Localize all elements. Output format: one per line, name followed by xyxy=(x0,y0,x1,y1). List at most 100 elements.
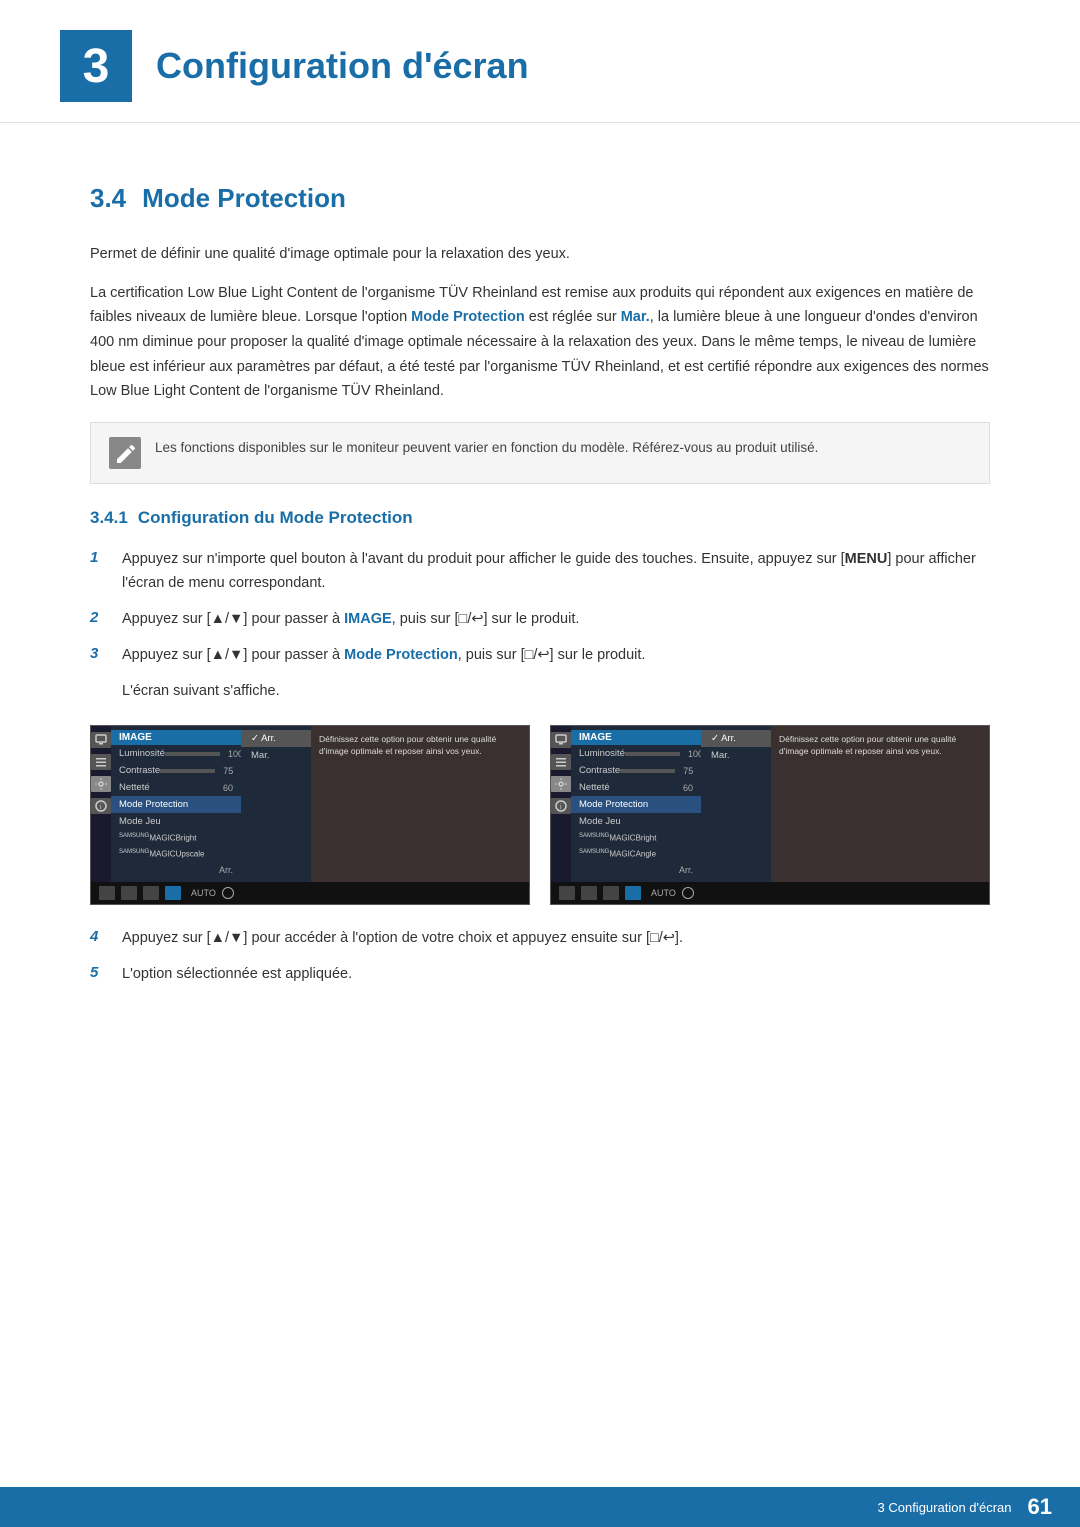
subsection-number: 3.4.1 xyxy=(90,508,128,528)
step-1-number: 1 xyxy=(90,548,108,566)
toolbar-auto-2: AUTO xyxy=(651,888,676,898)
step-1: 1 Appuyez sur n'importe quel bouton à l'… xyxy=(90,548,990,596)
menu-item-magic-upscale: SAMSUNGMAGICUpscale xyxy=(111,846,241,862)
menu-item-magic-bright-2: SAMSUNGMAGICBright xyxy=(571,830,701,846)
chapter-number: 3 xyxy=(83,39,110,94)
toolbar-circle-2 xyxy=(682,887,694,899)
monitor-screenshot-2: i IMAGE Luminosité 100 Contraste xyxy=(550,725,990,904)
step-4-text: Appuyez sur [▲/▼] pour accéder à l'optio… xyxy=(122,927,683,951)
toolbar-btn-1 xyxy=(99,886,115,900)
main-content: 3.4 Mode Protection Permet de définir un… xyxy=(0,133,1080,1079)
pencil-icon xyxy=(114,442,136,464)
steps-list-2: 4 Appuyez sur [▲/▼] pour accéder à l'opt… xyxy=(90,927,990,987)
step-5: 5 L'option sélectionnée est appliquée. xyxy=(90,963,990,987)
subsection-heading: 3.4.1 Configuration du Mode Protection xyxy=(90,508,990,528)
toolbar-btn-7 xyxy=(603,886,619,900)
step-3-number: 3 xyxy=(90,644,108,662)
toolbar-btn-8 xyxy=(625,886,641,900)
screenshots-row: i IMAGE Luminosité 100 Contraste xyxy=(90,725,990,904)
menu-item-mode-jeu: Mode Jeu xyxy=(111,813,241,830)
intro-text-middle: est réglée sur xyxy=(525,309,621,325)
menu-item-luminosite-2: Luminosité 100 xyxy=(571,745,701,762)
menu-item-contraste-2: Contraste 75 xyxy=(571,762,701,779)
note-box: Les fonctions disponibles sur le moniteu… xyxy=(90,422,990,484)
note-text: Les fonctions disponibles sur le moniteu… xyxy=(155,437,818,459)
step-5-text: L'option sélectionnée est appliquée. xyxy=(122,963,352,987)
step-2: 2 Appuyez sur [▲/▼] pour passer à IMAGE,… xyxy=(90,608,990,632)
toolbar-auto-1: AUTO xyxy=(191,888,216,898)
sidebar-icons-2: i xyxy=(551,726,571,881)
submenu-arr-2: ✓ Arr. xyxy=(701,730,771,747)
step-3-subtext: L'écran suivant s'affiche. xyxy=(122,680,990,704)
section-number: 3.4 xyxy=(90,183,126,214)
menu-item-magic-angle-2: SAMSUNGMAGICAngle xyxy=(571,846,701,862)
section-heading: 3.4 Mode Protection xyxy=(90,183,990,214)
menu-item-contraste: Contraste 75 xyxy=(111,762,241,779)
highlight-protection: Protection xyxy=(453,309,525,325)
section-title: Mode Protection xyxy=(142,183,346,214)
step-4: 4 Appuyez sur [▲/▼] pour accéder à l'opt… xyxy=(90,927,990,951)
toolbar-circle-1 xyxy=(222,887,234,899)
menu-item-luminosite: Luminosité 100 xyxy=(111,745,241,762)
info-icon-2: i xyxy=(551,798,571,814)
settings-icon xyxy=(91,776,111,792)
settings-icon-2 xyxy=(551,776,571,792)
subsection-title: Configuration du Mode Protection xyxy=(138,508,413,528)
toolbar-btn-5 xyxy=(559,886,575,900)
svg-text:i: i xyxy=(560,804,562,811)
menu-item-arr-bottom: Arr. xyxy=(111,862,241,878)
highlight-mode: Mode xyxy=(411,309,449,325)
chapter-title: Configuration d'écran xyxy=(156,45,529,87)
step-2-number: 2 xyxy=(90,608,108,626)
info-icon: i xyxy=(91,798,111,814)
footer-page-number: 61 xyxy=(1028,1494,1052,1520)
sidebar-icons-1: i xyxy=(91,726,111,881)
note-icon xyxy=(109,437,141,469)
step-3-highlight: Mode Protection xyxy=(344,647,458,663)
submenu-panel-1: ✓ Arr. Mar. xyxy=(241,726,311,881)
intro-para-2: La certification Low Blue Light Content … xyxy=(90,281,990,404)
chapter-number-box: 3 xyxy=(60,30,132,102)
submenu-mar: Mar. xyxy=(241,747,311,764)
menu-item-mode-protection: Mode Protection xyxy=(111,796,241,813)
step-4-number: 4 xyxy=(90,927,108,945)
footer-text: 3 Configuration d'écran xyxy=(878,1500,1012,1515)
monitor-screenshot-1: i IMAGE Luminosité 100 Contraste xyxy=(90,725,530,904)
menu-item-nettete: Netteté 60 xyxy=(111,779,241,796)
menu-header-1: IMAGE xyxy=(111,730,241,745)
submenu-mar-2: Mar. xyxy=(701,747,771,764)
submenu-panel-2: ✓ Arr. Mar. xyxy=(701,726,771,881)
svg-text:i: i xyxy=(100,804,102,811)
toolbar-btn-6 xyxy=(581,886,597,900)
steps-list: 1 Appuyez sur n'importe quel bouton à l'… xyxy=(90,548,990,668)
step-3-text: Appuyez sur [▲/▼] pour passer à Mode Pro… xyxy=(122,644,645,668)
toolbar-btn-4 xyxy=(165,886,181,900)
page-footer: 3 Configuration d'écran 61 xyxy=(0,1487,1080,1527)
intro-para-1: Permet de définir une qualité d'image op… xyxy=(90,242,990,267)
info-panel-2: Définissez cette option pour obtenir une… xyxy=(771,726,989,881)
highlight-mar: Mar. xyxy=(621,309,650,325)
menu-item-mode-protection-2: Mode Protection xyxy=(571,796,701,813)
step-2-highlight: IMAGE xyxy=(344,611,392,627)
monitor-toolbar-1: AUTO xyxy=(91,882,529,904)
menu-item-mode-jeu-2: Mode Jeu xyxy=(571,813,701,830)
menu-panel-2: IMAGE Luminosité 100 Contraste 75 xyxy=(571,726,701,881)
info-panel-1: Définissez cette option pour obtenir une… xyxy=(311,726,529,881)
submenu-arr: ✓ Arr. xyxy=(241,730,311,747)
step-5-number: 5 xyxy=(90,963,108,981)
kbd-menu: MENU xyxy=(845,551,888,567)
menu-item-magic-bright: SAMSUNGMAGICBright xyxy=(111,830,241,846)
toolbar-btn-2 xyxy=(121,886,137,900)
toolbar-btn-3 xyxy=(143,886,159,900)
lines-icon-2 xyxy=(551,754,571,770)
menu-panel-1: IMAGE Luminosité 100 Contraste 75 xyxy=(111,726,241,881)
menu-item-nettete-2: Netteté 60 xyxy=(571,779,701,796)
step-3: 3 Appuyez sur [▲/▼] pour passer à Mode P… xyxy=(90,644,990,668)
step-2-text: Appuyez sur [▲/▼] pour passer à IMAGE, p… xyxy=(122,608,579,632)
step-1-text: Appuyez sur n'importe quel bouton à l'av… xyxy=(122,548,990,596)
monitor-icon-2 xyxy=(551,732,571,748)
monitor-toolbar-2: AUTO xyxy=(551,882,989,904)
lines-icon xyxy=(91,754,111,770)
page-header: 3 Configuration d'écran xyxy=(0,0,1080,123)
menu-item-arr-bottom-2: Arr. xyxy=(571,862,701,878)
